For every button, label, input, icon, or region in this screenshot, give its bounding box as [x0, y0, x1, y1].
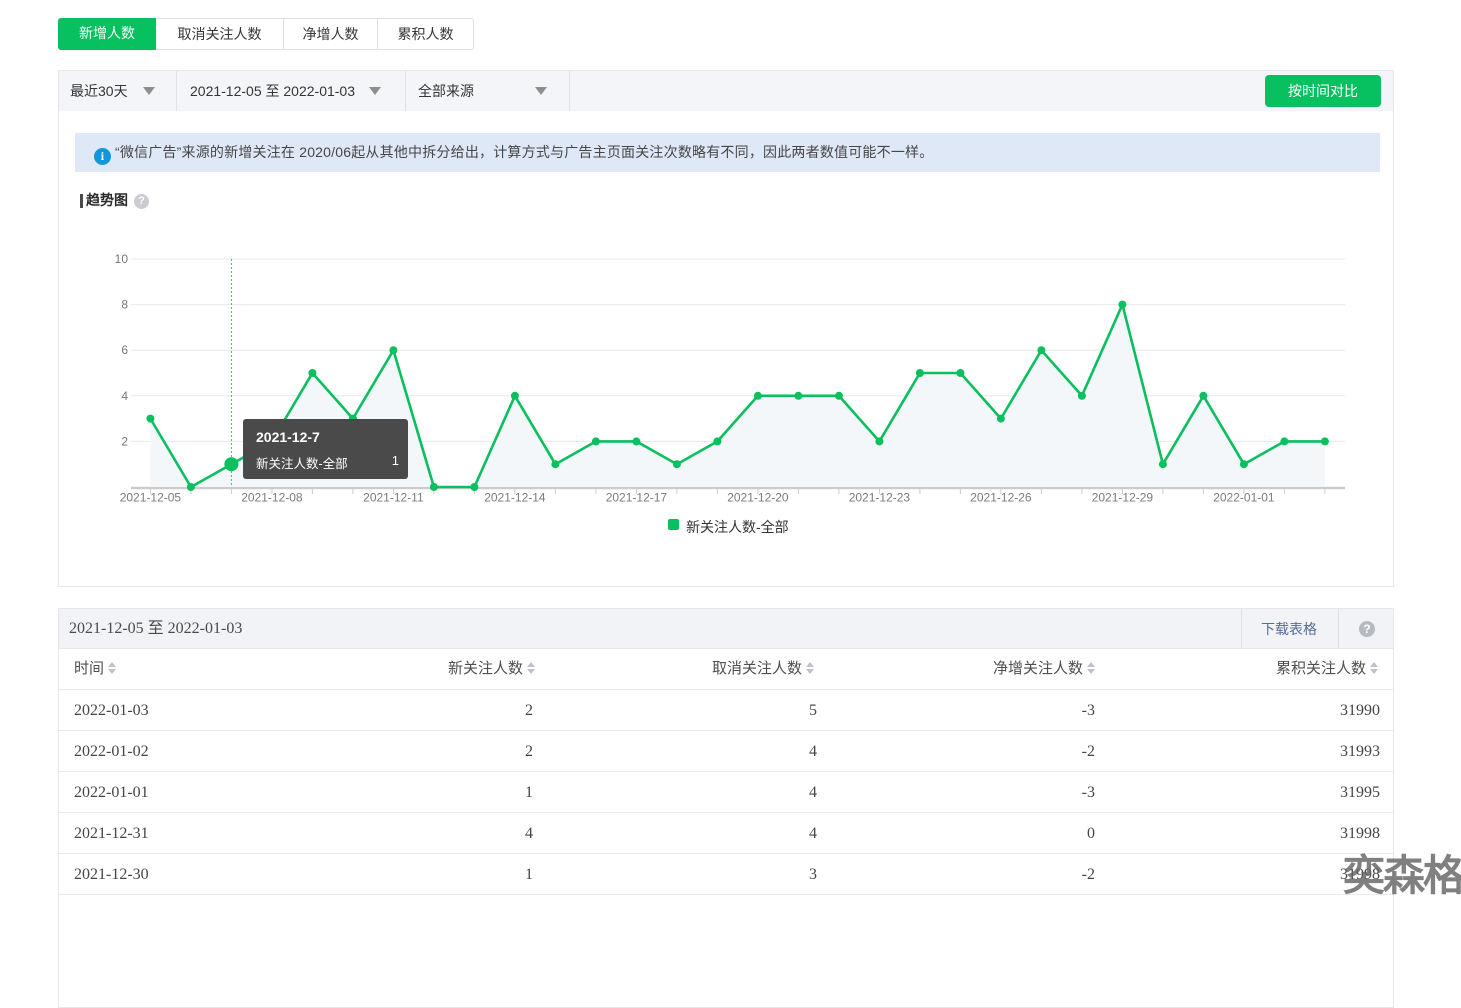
- svg-text:2021-12-26: 2021-12-26: [970, 491, 1032, 505]
- svg-text:2021-12-08: 2021-12-08: [241, 491, 303, 505]
- svg-text:10: 10: [115, 252, 129, 266]
- svg-text:6: 6: [121, 343, 128, 357]
- svg-text:8: 8: [121, 298, 128, 312]
- svg-text:2021-12-17: 2021-12-17: [606, 491, 668, 505]
- svg-text:2021-12-23: 2021-12-23: [849, 491, 911, 505]
- svg-text:2021-12-29: 2021-12-29: [1092, 491, 1154, 505]
- svg-text:2021-12-14: 2021-12-14: [484, 491, 546, 505]
- svg-text:2: 2: [121, 434, 128, 448]
- svg-text:2021-12-05: 2021-12-05: [120, 491, 182, 505]
- svg-text:4: 4: [121, 389, 128, 403]
- svg-text:2021-12-11: 2021-12-11: [363, 491, 424, 505]
- svg-text:2022-01-01: 2022-01-01: [1213, 491, 1275, 505]
- svg-text:2021-12-20: 2021-12-20: [727, 491, 789, 505]
